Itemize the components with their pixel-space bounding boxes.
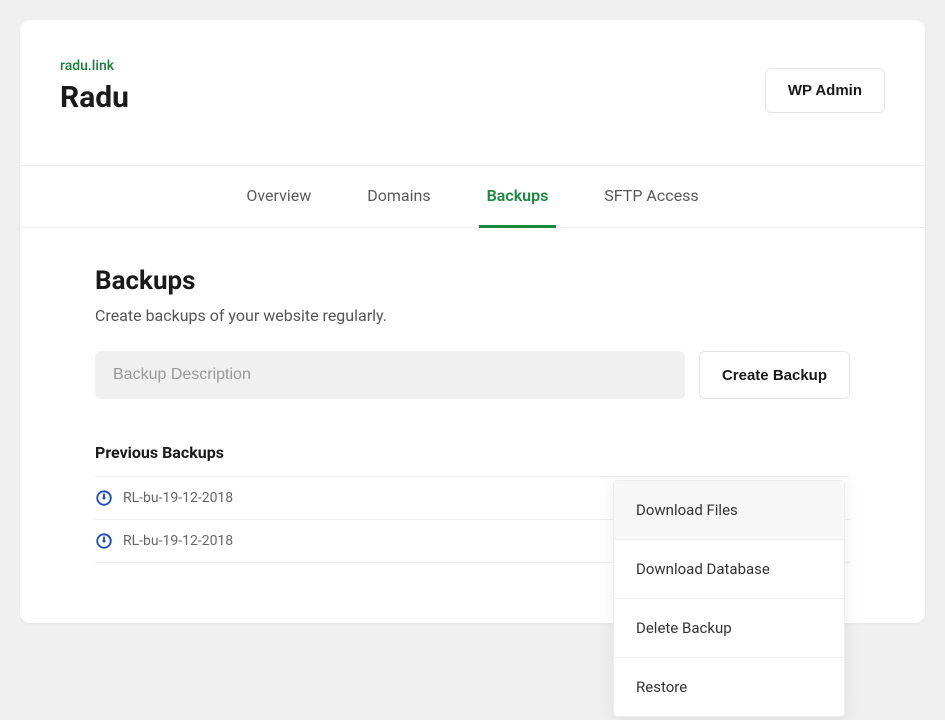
- site-card: radu.link Radu WP Admin Overview Domains…: [20, 20, 925, 623]
- create-backup-row: Create Backup: [95, 351, 850, 399]
- tab-domains[interactable]: Domains: [359, 166, 438, 228]
- backup-description-input[interactable]: [95, 351, 685, 399]
- create-backup-button[interactable]: Create Backup: [699, 351, 850, 399]
- backup-name: RL-bu-19-12-2018: [123, 533, 233, 549]
- backup-name: RL-bu-19-12-2018: [123, 490, 233, 506]
- tabs: Overview Domains Backups SFTP Access: [20, 165, 925, 228]
- spinner-icon: [95, 532, 113, 550]
- site-title: Radu: [60, 80, 129, 115]
- spinner-icon: [95, 489, 113, 507]
- menu-restore[interactable]: Restore: [614, 658, 844, 716]
- tab-backups[interactable]: Backups: [479, 166, 557, 228]
- menu-download-files[interactable]: Download Files: [614, 481, 844, 540]
- wp-admin-button[interactable]: WP Admin: [765, 68, 885, 113]
- menu-download-database[interactable]: Download Database: [614, 540, 844, 599]
- menu-delete-backup[interactable]: Delete Backup: [614, 599, 844, 658]
- tab-overview[interactable]: Overview: [238, 166, 319, 228]
- section-description: Create backups of your website regularly…: [95, 306, 850, 325]
- section-title: Backups: [95, 266, 850, 296]
- header-left: radu.link Radu: [60, 58, 129, 115]
- backup-actions-menu: Download Files Download Database Delete …: [613, 480, 845, 717]
- tab-sftp[interactable]: SFTP Access: [596, 166, 706, 228]
- header: radu.link Radu WP Admin: [20, 20, 925, 165]
- domain-link[interactable]: radu.link: [60, 58, 129, 74]
- previous-backups-title: Previous Backups: [95, 443, 850, 462]
